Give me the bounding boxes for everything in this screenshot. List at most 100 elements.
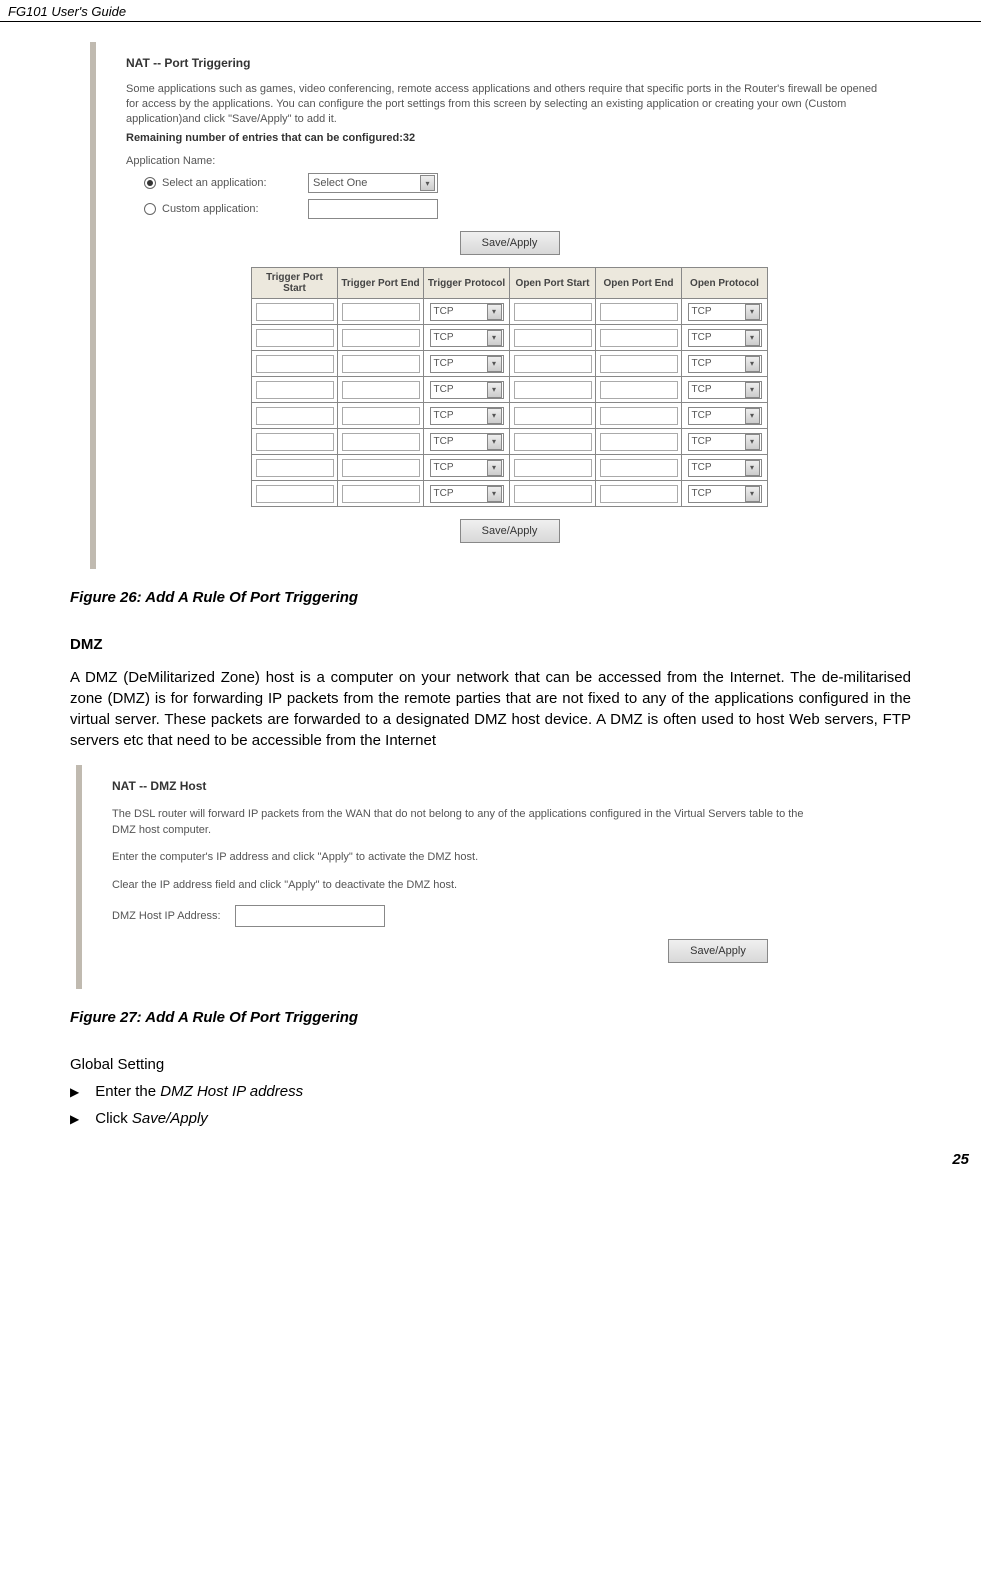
remaining-entries: Remaining number of entries that can be …: [126, 131, 893, 146]
port-input[interactable]: [600, 329, 678, 347]
port-input[interactable]: [342, 303, 420, 321]
port-input[interactable]: [256, 329, 334, 347]
protocol-select[interactable]: TCP▾: [430, 459, 504, 477]
select-value: TCP: [692, 436, 712, 447]
bullet-list: ▶ Enter the DMZ Host IP address ▶ Click …: [70, 1083, 911, 1127]
port-input[interactable]: [514, 303, 592, 321]
protocol-select[interactable]: TCP▾: [430, 329, 504, 347]
protocol-select[interactable]: TCP ▾: [688, 355, 762, 373]
port-input[interactable]: [600, 381, 678, 399]
protocol-select[interactable]: TCP▾: [430, 381, 504, 399]
radio-custom-application[interactable]: [144, 203, 156, 215]
dmz-desc-3: Clear the IP address field and click "Ap…: [112, 878, 818, 893]
save-apply-button-bottom[interactable]: Save/Apply: [460, 519, 560, 543]
panel-title: NAT -- Port Triggering: [126, 56, 893, 70]
bullet-text: Enter the: [95, 1083, 160, 1100]
protocol-select[interactable]: TCP ▾: [430, 485, 504, 503]
port-input[interactable]: [600, 407, 678, 425]
application-select[interactable]: Select One ▾: [308, 173, 438, 193]
port-input[interactable]: [256, 459, 334, 477]
panel-description: Some applications such as games, video c…: [126, 82, 893, 127]
port-input[interactable]: [514, 407, 592, 425]
port-input[interactable]: [256, 381, 334, 399]
chevron-down-icon: ▾: [745, 356, 760, 372]
arrow-icon: ▶: [70, 1085, 79, 1099]
port-table: Trigger Port Start Trigger Port End Trig…: [251, 267, 768, 507]
port-input[interactable]: [342, 459, 420, 477]
port-input[interactable]: [600, 485, 678, 503]
protocol-select[interactable]: TCP▾: [688, 407, 762, 425]
port-input[interactable]: [342, 433, 420, 451]
port-input[interactable]: [256, 407, 334, 425]
port-input[interactable]: [342, 355, 420, 373]
port-input[interactable]: [256, 303, 334, 321]
col-trigger-start: Trigger Port Start: [252, 268, 338, 299]
protocol-select[interactable]: TCP ▾: [430, 433, 504, 451]
port-input[interactable]: [514, 433, 592, 451]
port-input[interactable]: [342, 329, 420, 347]
port-triggering-panel: NAT -- Port Triggering Some applications…: [90, 42, 911, 569]
select-value: TCP: [692, 384, 712, 395]
table-row: TCP▾ TCP▾: [252, 299, 768, 325]
port-input[interactable]: [514, 355, 592, 373]
port-input[interactable]: [514, 485, 592, 503]
protocol-select[interactable]: TCP ▾: [688, 459, 762, 477]
custom-application-input[interactable]: [308, 199, 438, 219]
table-row: TCP▾TCP▾: [252, 455, 768, 481]
select-value: Select One: [313, 177, 367, 189]
chevron-down-icon: ▾: [745, 434, 760, 450]
port-input[interactable]: [514, 381, 592, 399]
save-apply-button[interactable]: Save/Apply: [460, 231, 560, 255]
protocol-select[interactable]: TCP▾: [688, 303, 762, 321]
arrow-icon: ▶: [70, 1112, 79, 1126]
bullet-emphasis: Save/Apply: [132, 1110, 208, 1127]
dmz-ip-input[interactable]: [235, 905, 385, 927]
table-row: TCP▾ TCP▾: [252, 325, 768, 351]
select-value: TCP: [434, 436, 454, 447]
chevron-down-icon: ▾: [487, 434, 502, 450]
dmz-save-apply-button[interactable]: Save/Apply: [668, 939, 768, 963]
select-value: TCP: [434, 410, 454, 421]
dmz-ip-label: DMZ Host IP Address:: [112, 910, 221, 922]
chevron-down-icon: ▾: [487, 486, 502, 502]
col-trigger-end: Trigger Port End: [338, 268, 424, 299]
select-value: TCP: [692, 488, 712, 499]
chevron-down-icon: ▾: [745, 408, 760, 424]
protocol-select[interactable]: TCP▾: [688, 329, 762, 347]
port-input[interactable]: [342, 381, 420, 399]
col-open-start: Open Port Start: [510, 268, 596, 299]
protocol-select[interactable]: TCP▾: [688, 485, 762, 503]
protocol-select[interactable]: TCP▾: [430, 303, 504, 321]
table-row: TCP▾TCP▾: [252, 481, 768, 507]
chevron-down-icon: ▾: [487, 304, 502, 320]
port-input[interactable]: [600, 433, 678, 451]
port-input[interactable]: [600, 303, 678, 321]
select-value: TCP: [692, 462, 712, 473]
page-header: FG101 User's Guide: [0, 0, 981, 22]
chevron-down-icon: ▾: [487, 356, 502, 372]
port-input[interactable]: [600, 459, 678, 477]
dmz-panel: NAT -- DMZ Host The DSL router will forw…: [76, 765, 836, 989]
select-value: TCP: [692, 358, 712, 369]
port-input[interactable]: [256, 485, 334, 503]
chevron-down-icon: ▾: [487, 382, 502, 398]
port-input[interactable]: [600, 355, 678, 373]
port-input[interactable]: [256, 433, 334, 451]
col-open-protocol: Open Protocol: [682, 268, 768, 299]
table-row: TCP▾TCP▾: [252, 377, 768, 403]
global-setting-label: Global Setting: [70, 1056, 911, 1073]
chevron-down-icon: ▾: [745, 460, 760, 476]
protocol-select[interactable]: TCP ▾: [688, 433, 762, 451]
port-input[interactable]: [514, 329, 592, 347]
radio-select-application[interactable]: [144, 177, 156, 189]
port-input[interactable]: [514, 459, 592, 477]
port-input[interactable]: [342, 485, 420, 503]
protocol-select[interactable]: TCP▾: [688, 381, 762, 399]
port-input[interactable]: [342, 407, 420, 425]
protocol-select[interactable]: TCP▾: [430, 407, 504, 425]
application-name-label: Application Name:: [126, 155, 893, 167]
select-value: TCP: [434, 488, 454, 499]
page-number: 25: [0, 1147, 981, 1174]
protocol-select[interactable]: TCP▾: [430, 355, 504, 373]
port-input[interactable]: [256, 355, 334, 373]
